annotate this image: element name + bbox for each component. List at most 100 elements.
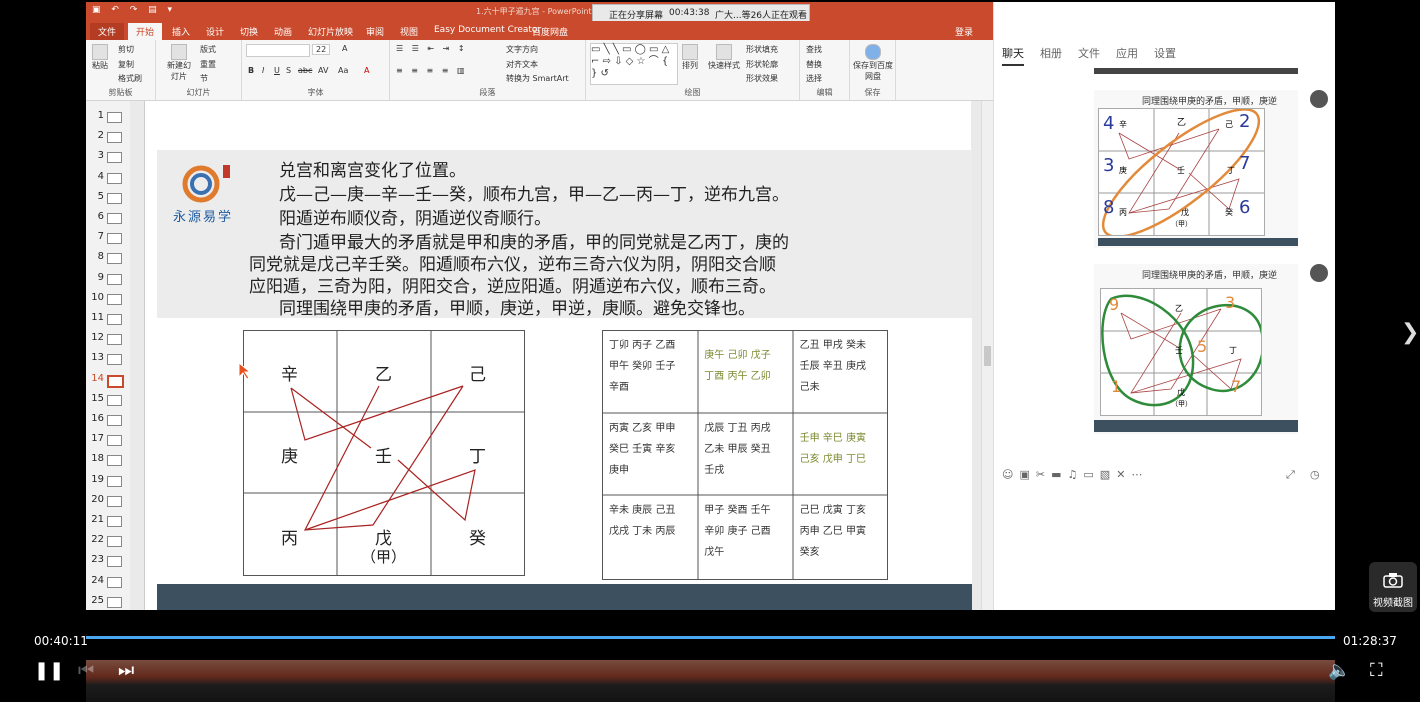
- chat-image-2[interactable]: 同理围绕甲庚的矛盾，甲顺，庚逆 9 乙 3 5 壬 丁 1 戊 7 （甲）: [1094, 264, 1298, 434]
- tab-settings[interactable]: 设置: [1154, 45, 1176, 61]
- doc-icon[interactable]: ▭: [1083, 468, 1099, 481]
- shape-effects-button[interactable]: 形状效果: [746, 73, 778, 84]
- slide-thumbnail[interactable]: 3: [88, 147, 128, 167]
- sender-avatar-2[interactable]: [1310, 264, 1328, 282]
- paste-button[interactable]: 粘贴: [92, 44, 108, 71]
- slide-thumbnail[interactable]: 7: [88, 228, 128, 248]
- new-slide-button[interactable]: 新建幻灯片: [164, 44, 194, 82]
- login-link[interactable]: 登录: [955, 25, 973, 38]
- copy-button[interactable]: 复制: [118, 59, 134, 70]
- mute-icon[interactable]: ✕: [1116, 468, 1131, 481]
- music-icon[interactable]: ♫: [1068, 468, 1084, 481]
- tab-chat[interactable]: 聊天: [1002, 45, 1024, 66]
- align-text-button[interactable]: 对齐文本: [506, 59, 538, 70]
- shapes-gallery[interactable]: ▭ ╲ ╲ ▭ ◯ ▭ △ ⌐ ⇨ ⇩ ◇ ☆ ⌒ { } ↺: [590, 43, 678, 85]
- tab-baidu[interactable]: 百度网盘: [532, 25, 568, 38]
- slide-canvas[interactable]: 永源易学 兑宫和离宫变化了位置。 戊—己—庚—辛—壬—癸，顺布九宫，甲—乙—丙—…: [157, 150, 972, 610]
- slide-thumbnail[interactable]: 12: [88, 329, 128, 349]
- scrollbar-thumb[interactable]: [984, 346, 991, 366]
- slide-thumbnail[interactable]: 8: [88, 248, 128, 268]
- history-clock-icon[interactable]: ◷: [1310, 468, 1320, 481]
- tab-review[interactable]: 审阅: [366, 25, 384, 38]
- slide-thumbnail[interactable]: 6: [88, 208, 128, 228]
- emoji-icon[interactable]: ☺: [1002, 468, 1019, 481]
- shape-outline-button[interactable]: 形状轮廓: [746, 59, 778, 70]
- font-color-button[interactable]: A: [364, 66, 369, 75]
- underline-button[interactable]: U: [274, 66, 280, 75]
- volume-icon[interactable]: 🔈: [1328, 660, 1350, 681]
- smartart-button[interactable]: 转换为 SmartArt: [506, 73, 569, 84]
- slide-thumbnail[interactable]: 23: [88, 551, 128, 571]
- tab-files[interactable]: 文件: [1078, 45, 1100, 61]
- slide-thumbnail[interactable]: 10: [88, 289, 128, 309]
- chat-image-1[interactable]: 同理围绕甲庚的矛盾，甲顺，庚逆 4 辛 乙 己 2 3 庚 壬 丁 7 8 丙 …: [1094, 90, 1298, 248]
- strikethrough-button[interactable]: abc: [298, 66, 312, 75]
- slide-thumbnail[interactable]: 13: [88, 349, 128, 369]
- reset-button[interactable]: 重置: [200, 59, 216, 70]
- image-icon[interactable]: ▧: [1100, 468, 1116, 481]
- tab-insert[interactable]: 插入: [172, 25, 190, 38]
- shape-fill-button[interactable]: 形状填充: [746, 44, 778, 55]
- slide-thumbnail[interactable]: 18: [88, 450, 128, 470]
- expand-icon[interactable]: ⤢: [1286, 468, 1295, 482]
- char-spacing-button[interactable]: AV: [318, 66, 328, 75]
- slide-thumbnail[interactable]: 17: [88, 430, 128, 450]
- slide-thumbnail[interactable]: 2: [88, 127, 128, 147]
- shadow-button[interactable]: S: [286, 66, 291, 75]
- slide-thumbnail[interactable]: 5: [88, 188, 128, 208]
- folder-icon[interactable]: ▬: [1051, 468, 1067, 481]
- section-button[interactable]: 节: [200, 73, 208, 84]
- tab-slideshow[interactable]: 幻灯片放映: [308, 25, 353, 38]
- font-size-select[interactable]: 22: [312, 44, 331, 55]
- format-painter-button[interactable]: 格式刷: [118, 73, 142, 84]
- change-case-button[interactable]: Aa: [338, 66, 348, 75]
- gif-icon[interactable]: ▣: [1019, 468, 1035, 481]
- quick-access-icons[interactable]: ▣ ↶ ↷ ▤ ▾: [92, 5, 176, 15]
- slide-thumbnail[interactable]: 14: [88, 370, 128, 390]
- next-chevron-icon[interactable]: ❯: [1401, 320, 1419, 345]
- slide-thumbnail[interactable]: 20: [88, 491, 128, 511]
- tab-easy-doc[interactable]: Easy Document Creator: [434, 25, 541, 35]
- next-icon[interactable]: ⏭: [118, 660, 134, 681]
- slide-thumbnail[interactable]: 22: [88, 531, 128, 551]
- tab-apps[interactable]: 应用: [1116, 45, 1138, 61]
- slide-thumbnail[interactable]: 9: [88, 269, 128, 289]
- fullscreen-icon[interactable]: ⛶: [1370, 660, 1383, 681]
- cut-button[interactable]: 剪切: [118, 44, 134, 55]
- align-buttons[interactable]: ≡ ≡ ≡ ≡ ▥: [396, 66, 468, 75]
- previous-icon[interactable]: ⏮: [78, 660, 94, 681]
- layout-button[interactable]: 版式: [200, 44, 216, 55]
- slide-thumbnail[interactable]: 4: [88, 168, 128, 188]
- pause-icon[interactable]: ❚❚: [34, 660, 64, 681]
- progress-bar[interactable]: [86, 636, 1335, 639]
- slide-thumbnail[interactable]: 15: [88, 390, 128, 410]
- grow-font-button[interactable]: A: [342, 44, 347, 53]
- replace-button[interactable]: 替换: [806, 59, 822, 70]
- bold-button[interactable]: B: [248, 66, 254, 75]
- slide-thumbnail[interactable]: 19: [88, 471, 128, 491]
- save-baidu-button[interactable]: 保存到百度网盘: [852, 44, 894, 82]
- slide-thumbnail[interactable]: 25: [88, 592, 128, 610]
- italic-button[interactable]: I: [262, 66, 264, 75]
- select-button[interactable]: 选择: [806, 73, 822, 84]
- slide-thumbnail[interactable]: 21: [88, 511, 128, 531]
- tab-design[interactable]: 设计: [206, 25, 224, 38]
- video-screenshot-button[interactable]: 视频截图: [1369, 562, 1417, 612]
- sender-avatar[interactable]: [1310, 90, 1328, 108]
- tab-transitions[interactable]: 切换: [240, 25, 258, 38]
- tab-file[interactable]: 文件: [90, 23, 125, 40]
- text-direction-button[interactable]: 文字方向: [506, 44, 538, 55]
- slide-thumbnail[interactable]: 24: [88, 572, 128, 592]
- arrange-button[interactable]: 排列: [682, 44, 698, 71]
- more-icon[interactable]: ⋯: [1131, 468, 1148, 481]
- font-name-select[interactable]: [246, 44, 310, 57]
- quick-styles-button[interactable]: 快速样式: [708, 44, 740, 71]
- tab-album[interactable]: 相册: [1040, 45, 1062, 61]
- tab-view[interactable]: 视图: [400, 25, 418, 38]
- slide-thumbnail[interactable]: 16: [88, 410, 128, 430]
- scissors-icon[interactable]: ✂: [1036, 468, 1051, 481]
- find-button[interactable]: 查找: [806, 44, 822, 55]
- list-buttons[interactable]: ☰ ☰ ⇤ ⇥ ↕: [396, 44, 468, 53]
- tab-home[interactable]: 开始: [128, 23, 163, 40]
- slide-thumbnail[interactable]: 11: [88, 309, 128, 329]
